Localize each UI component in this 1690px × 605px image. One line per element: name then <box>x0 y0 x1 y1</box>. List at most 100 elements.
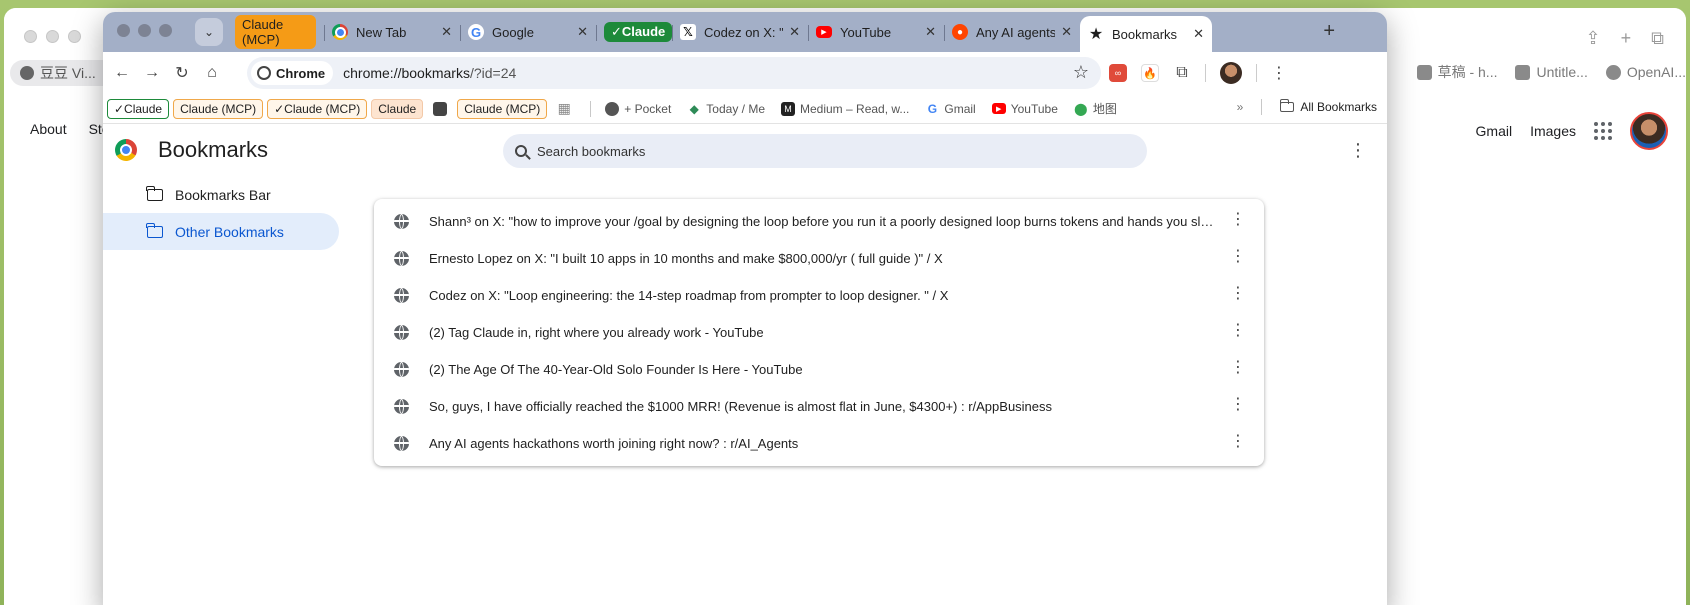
site-info-chip[interactable]: Chrome <box>251 61 334 85</box>
list-item[interactable]: Any AI agents hackathons worth joining r… <box>374 425 1264 462</box>
bookmark-item[interactable]: ▦ <box>551 99 582 119</box>
address-bar[interactable]: Chrome chrome://bookmarks/?id=24 ☆ <box>247 57 1101 89</box>
list-item[interactable]: Shann³ on X: "how to improve your /goal … <box>374 203 1264 240</box>
chrome-logo-icon <box>115 139 137 161</box>
minimize-window-button[interactable] <box>138 24 151 37</box>
tab-label: Bookmarks <box>1112 26 1178 42</box>
globe-icon <box>394 436 409 451</box>
bookmark-item[interactable]: M Medium – Read, w... <box>775 99 915 119</box>
organize-menu-icon[interactable]: ⋮ <box>1349 140 1367 161</box>
all-bookmarks-button[interactable]: All Bookmarks <box>1279 99 1377 114</box>
close-icon[interactable]: ✕ <box>1193 26 1204 42</box>
bookmark-item[interactable]: Claude (MCP) <box>173 98 264 119</box>
list-item[interactable]: Ernesto Lopez on X: "I built 10 apps in … <box>374 240 1264 277</box>
url-text[interactable]: chrome://bookmarks/?id=24 <box>343 65 516 81</box>
about-link[interactable]: About <box>30 121 67 137</box>
background-bookmark[interactable]: 草稿 - h... <box>1416 62 1497 82</box>
tab-claude[interactable]: ✓Claude <box>596 16 673 48</box>
bookmark-label: + Pocket <box>624 101 672 116</box>
background-window-controls <box>24 30 81 43</box>
bookmark-item[interactable]: + Pocket <box>599 99 677 119</box>
list-item[interactable]: So, guys, I have officially reached the … <box>374 388 1264 425</box>
bookmark-item[interactable]: ⬤ 地图 <box>1068 99 1123 119</box>
bookmark-label: Claude (MCP) <box>180 101 257 116</box>
images-link[interactable]: Images <box>1530 123 1576 139</box>
close-icon[interactable]: ✕ <box>1061 24 1072 40</box>
bookmark-item[interactable]: Claude <box>371 98 424 119</box>
close-icon[interactable]: ✕ <box>925 24 936 40</box>
tab-codez-x[interactable]: 𝕏 Codez on X: " ✕ <box>672 16 808 48</box>
toolbar-divider <box>1205 64 1206 82</box>
home-icon: ⌂ <box>207 64 217 81</box>
share-icon[interactable]: ⇪ <box>1586 28 1601 49</box>
item-menu-icon[interactable]: ⋮ <box>1230 249 1246 265</box>
kebab-menu-icon[interactable]: ⋮ <box>1271 63 1287 83</box>
bookmark-item[interactable]: ◆ Today / Me <box>681 99 771 119</box>
tab-youtube[interactable]: ▶ YouTube ✕ <box>808 16 944 48</box>
reload-button[interactable]: ↻ <box>167 63 197 83</box>
globe-icon <box>394 362 409 377</box>
bookmark-item[interactable]: Claude (MCP) <box>457 98 548 119</box>
close-icon[interactable]: ✕ <box>441 24 452 40</box>
doc-icon <box>1515 64 1531 80</box>
apps-grid-icon[interactable] <box>1594 122 1612 140</box>
bookmark-list: Shann³ on X: "how to improve your /goal … <box>374 199 1264 466</box>
item-menu-icon[interactable]: ⋮ <box>1230 286 1246 302</box>
more-bookmarks-button[interactable]: » <box>1237 100 1244 114</box>
globe-icon <box>394 214 409 229</box>
extension-icon[interactable]: 🔥 <box>1141 64 1159 82</box>
bookmark-item[interactable]: ▶ YouTube <box>986 99 1064 119</box>
avatar[interactable] <box>1630 112 1668 150</box>
folder-icon <box>146 222 163 238</box>
sidebar-item-other-bookmarks[interactable]: Other Bookmarks <box>103 213 339 250</box>
profile-avatar[interactable] <box>1220 62 1242 84</box>
list-item[interactable]: Codez on X: "Loop engineering: the 14-st… <box>374 277 1264 314</box>
tab-search-button[interactable]: ⌄ <box>195 18 223 46</box>
new-tab-icon[interactable]: + <box>1621 28 1632 49</box>
globe-icon <box>394 325 409 340</box>
page-header: Bookmarks ⋮ <box>103 124 1387 176</box>
item-menu-icon[interactable]: ⋮ <box>1230 434 1246 450</box>
bookmark-item[interactable] <box>427 99 453 119</box>
extension-icon[interactable]: ∞ <box>1109 64 1127 82</box>
search-input[interactable] <box>537 143 1097 159</box>
back-button[interactable]: ← <box>107 64 137 82</box>
bookmark-star-button[interactable]: ☆ <box>1073 62 1089 83</box>
bookmark-item[interactable]: G Gmail <box>919 99 981 119</box>
tab-new-tab[interactable]: New Tab ✕ <box>324 16 460 48</box>
tab-google[interactable]: G Google ✕ <box>460 16 596 48</box>
item-menu-icon[interactable]: ⋮ <box>1230 212 1246 228</box>
sidebar-item-bookmarks-bar[interactable]: Bookmarks Bar <box>103 176 339 213</box>
bookmark-label: Gmail <box>944 101 976 116</box>
zoom-window-button[interactable] <box>159 24 172 37</box>
tab-label: Claude (MCP) <box>235 15 316 49</box>
bookmark-item[interactable]: ✓Claude <box>107 98 170 119</box>
close-window-button[interactable] <box>117 24 130 37</box>
list-item[interactable]: (2) Tag Claude in, right where you alrea… <box>374 314 1264 351</box>
tab-reddit[interactable]: ● Any AI agents ✕ <box>944 16 1080 48</box>
list-item[interactable]: (2) The Age Of The 40-Year-Old Solo Foun… <box>374 351 1264 388</box>
search-icon <box>515 145 527 157</box>
tab-overview-icon[interactable]: ⧉ <box>1651 28 1664 49</box>
background-bookmark[interactable]: Untitle... <box>1515 62 1588 82</box>
item-menu-icon[interactable]: ⋮ <box>1230 360 1246 376</box>
doc-icon <box>1416 64 1432 80</box>
close-icon[interactable]: ✕ <box>577 24 588 40</box>
home-button[interactable]: ⌂ <box>197 64 227 82</box>
item-menu-icon[interactable]: ⋮ <box>1230 397 1246 413</box>
tab-claude-mcp[interactable]: Claude (MCP) <box>227 15 324 49</box>
extensions-puzzle-icon[interactable]: ⧉ <box>1173 64 1191 82</box>
item-menu-icon[interactable]: ⋮ <box>1230 323 1246 339</box>
map-pin-icon: ⬤ <box>1074 101 1088 116</box>
search-bar[interactable] <box>503 134 1147 168</box>
close-icon[interactable]: ✕ <box>789 24 800 40</box>
gmail-link[interactable]: Gmail <box>1476 123 1513 139</box>
new-tab-button[interactable]: + <box>1323 20 1335 43</box>
background-bookmark[interactable]: OpenAI... <box>1605 62 1686 82</box>
apps-icon: ▦ <box>557 100 571 116</box>
forward-button[interactable]: → <box>137 64 167 82</box>
tab-bookmarks[interactable]: ★ Bookmarks ✕ <box>1080 16 1212 52</box>
bookmark-item[interactable]: ✓Claude (MCP) <box>267 98 368 119</box>
window-controls <box>117 24 172 37</box>
background-toolbar-icons: ⇪ + ⧉ <box>1586 28 1664 49</box>
